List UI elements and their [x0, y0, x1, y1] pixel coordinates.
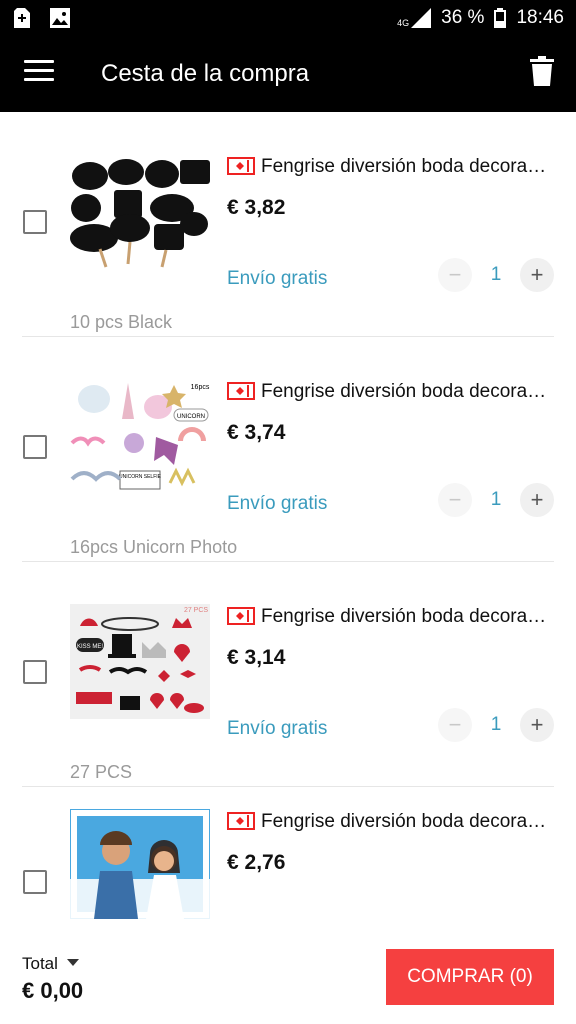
quantity-stepper: − 1 + [438, 483, 554, 517]
quantity-stepper: − 1 + [438, 708, 554, 742]
product-image[interactable] [70, 154, 210, 269]
product-image[interactable]: UNICORN 16pcs UNICORN SELFIE [70, 379, 210, 494]
product-tag-icon [227, 382, 255, 400]
product-name[interactable]: Fengrise diversión boda decoración [227, 606, 555, 628]
app-bar: Cesta de la compra [0, 38, 576, 112]
product-tag-icon [227, 607, 255, 625]
buy-button[interactable]: COMPRAR (0) [386, 949, 554, 1005]
increase-button[interactable]: + [520, 483, 554, 517]
product-price: € 3,14 [227, 646, 286, 669]
product-tag-icon [227, 812, 255, 830]
item-checkbox[interactable] [23, 660, 47, 684]
signal-icon [411, 8, 432, 28]
product-name[interactable]: Fengrise diversión boda decoración [227, 381, 555, 403]
notification-sd-icon [14, 8, 30, 28]
quantity-stepper: − 1 + [438, 258, 554, 292]
item-checkbox[interactable] [23, 870, 47, 894]
kiss-sign-text: KISS ME! [77, 644, 103, 650]
total-label[interactable]: Total [22, 954, 79, 974]
hamburger-icon[interactable] [24, 60, 54, 84]
trash-icon[interactable] [530, 56, 554, 86]
decrease-button[interactable]: − [438, 483, 472, 517]
product-variant: 10 pcs Black [70, 312, 173, 332]
notification-image-icon [50, 8, 70, 28]
product-name[interactable]: Fengrise diversión boda decoración [227, 811, 555, 833]
cart-item: Fengrise diversión boda decoración € 3,8… [22, 112, 555, 337]
battery-percent: 36 % [441, 7, 485, 28]
clock: 18:46 [516, 7, 564, 28]
product-price: € 2,76 [227, 851, 286, 874]
cart-item: UNICORN 16pcs UNICORN SELFIE Fengrise di… [22, 337, 555, 562]
quantity-value: 1 [490, 714, 502, 735]
cart-list[interactable]: Fengrise diversión boda decoración € 3,8… [0, 112, 576, 930]
checkout-bar: Total € 0,00 COMPRAR (0) [0, 930, 576, 1024]
item-checkbox[interactable] [23, 210, 47, 234]
shipping-label: Envío gratis [227, 268, 328, 289]
product-image[interactable] [70, 809, 210, 919]
item-checkbox[interactable] [23, 435, 47, 459]
product-price: € 3,82 [227, 196, 286, 219]
pack-count-label: 27 PCS [184, 607, 208, 614]
product-price: € 3,74 [227, 421, 286, 444]
quantity-value: 1 [490, 489, 502, 510]
increase-button[interactable]: + [520, 708, 554, 742]
status-bar: 4G 36 % 18:46 [0, 0, 576, 38]
network-type: 4G [397, 18, 410, 28]
shipping-label: Envío gratis [227, 493, 328, 514]
product-image[interactable]: 27 PCS KISS ME! [70, 604, 210, 719]
page-title: Cesta de la compra [101, 60, 310, 87]
decrease-button[interactable]: − [438, 708, 472, 742]
unicorn-sign-text: UNICORN [177, 414, 205, 420]
product-variant: 16pcs Unicorn Photo [70, 537, 238, 557]
product-name[interactable]: Fengrise diversión boda decoración [227, 156, 555, 178]
increase-button[interactable]: + [520, 258, 554, 292]
product-variant: 27 PCS [70, 762, 133, 782]
unicorn-selfie-text: UNICORN SELFIE [119, 474, 162, 480]
product-tag-icon [227, 157, 255, 175]
total-value: € 0,00 [22, 978, 84, 1003]
cart-item: Fengrise diversión boda decoración € 2,7… [22, 787, 555, 930]
pack-count-badge: 16pcs [191, 384, 210, 391]
decrease-button[interactable]: − [438, 258, 472, 292]
caret-down-icon [66, 959, 79, 966]
shipping-label: Envío gratis [227, 718, 328, 739]
cart-item: 27 PCS KISS ME! Fengrise diversión boda … [22, 562, 555, 787]
battery-icon [494, 8, 507, 28]
quantity-value: 1 [490, 264, 502, 285]
